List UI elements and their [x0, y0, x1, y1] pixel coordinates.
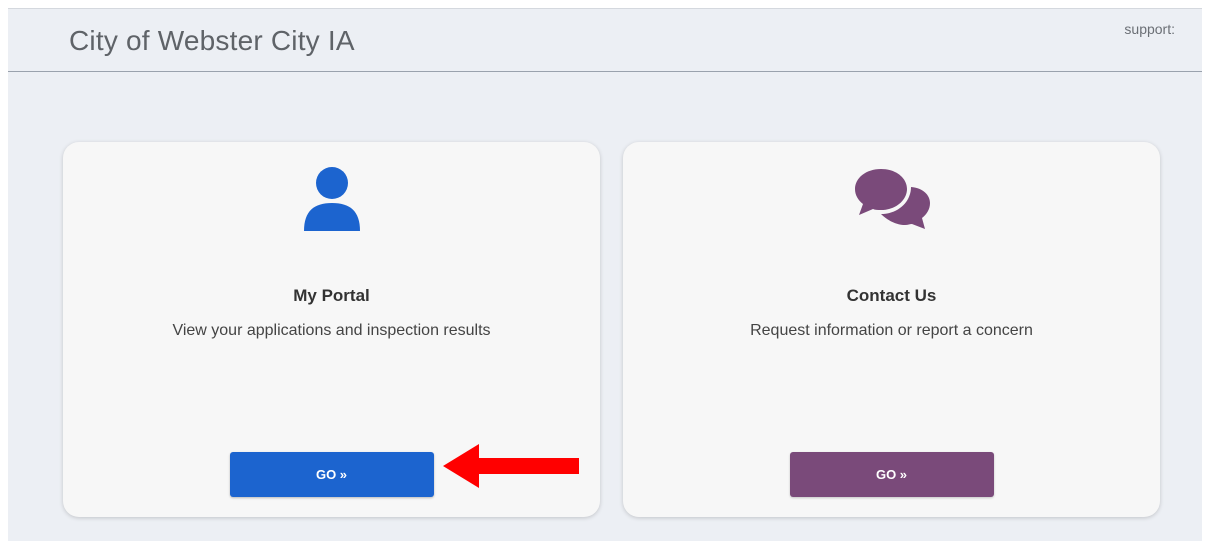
chat-bubbles-icon	[853, 167, 931, 234]
card-description: View your applications and inspection re…	[172, 322, 491, 339]
red-arrow-icon	[443, 439, 581, 498]
card-title: My Portal	[293, 286, 370, 305]
my-portal-go-button[interactable]: GO »	[229, 452, 434, 497]
support-label: support:	[1124, 21, 1175, 37]
card-title: Contact Us	[846, 286, 937, 305]
header: City of Webster City IA support:	[8, 9, 1202, 72]
contact-us-go-button[interactable]: GO »	[789, 452, 994, 497]
contact-us-card: Contact Us Request information or report…	[623, 142, 1160, 517]
card-description: Request information or report a concern	[750, 322, 1033, 339]
site-title: City of Webster City IA	[69, 25, 355, 56]
user-icon	[302, 167, 362, 238]
